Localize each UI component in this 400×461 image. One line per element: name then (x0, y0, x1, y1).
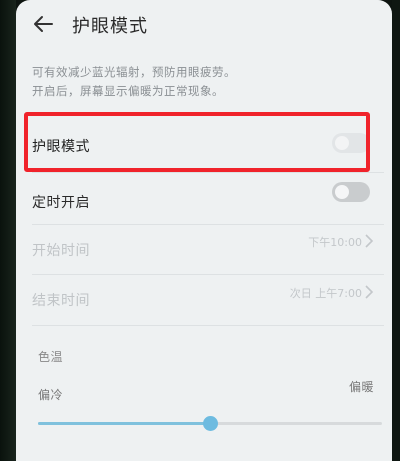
divider (32, 224, 384, 225)
device-bezel-right (392, 0, 400, 461)
description-line-2: 开启后，屏幕显示偏暖为正常现象。 (32, 84, 224, 98)
page-title: 护眼模式 (72, 16, 148, 37)
app-header: 护眼模式 (16, 0, 392, 52)
start-time-label: 开始时间 (32, 243, 90, 259)
slider-fill (38, 422, 210, 425)
divider (32, 274, 384, 275)
start-time-value: 下午10:00 (308, 236, 362, 249)
end-time-label: 结束时间 (32, 293, 90, 309)
schedule-toggle[interactable] (332, 182, 370, 202)
end-time-value: 次日 上午7:00 (289, 287, 362, 300)
arrow-left-icon[interactable] (32, 13, 54, 35)
settings-screen: 护眼模式 可有效减少蓝光辐射，预防用眼疲劳。 开启后，屏幕显示偏暖为正常现象。 … (16, 0, 392, 461)
slider-thumb[interactable] (203, 416, 218, 431)
description-line-1: 可有效减少蓝光辐射，预防用眼疲劳。 (32, 65, 236, 79)
highlight-box (24, 112, 370, 172)
schedule-row[interactable]: 定时开启 (16, 174, 392, 222)
end-time-row[interactable]: 结束时间 次日 上午7:00 (16, 276, 392, 324)
section-divider (32, 325, 384, 326)
schedule-label: 定时开启 (32, 195, 90, 211)
toggle-knob (335, 185, 349, 199)
chevron-right-icon (365, 285, 374, 299)
device-bezel-left (0, 0, 16, 461)
color-temp-slider[interactable] (38, 416, 382, 431)
chevron-right-icon (365, 234, 374, 248)
color-temp-cold-label: 偏冷 (38, 388, 64, 402)
color-temp-label: 色温 (38, 350, 64, 364)
start-time-row[interactable]: 开始时间 下午10:00 (16, 226, 392, 274)
color-temp-warm-label: 偏暖 (348, 380, 374, 394)
divider (32, 172, 384, 173)
